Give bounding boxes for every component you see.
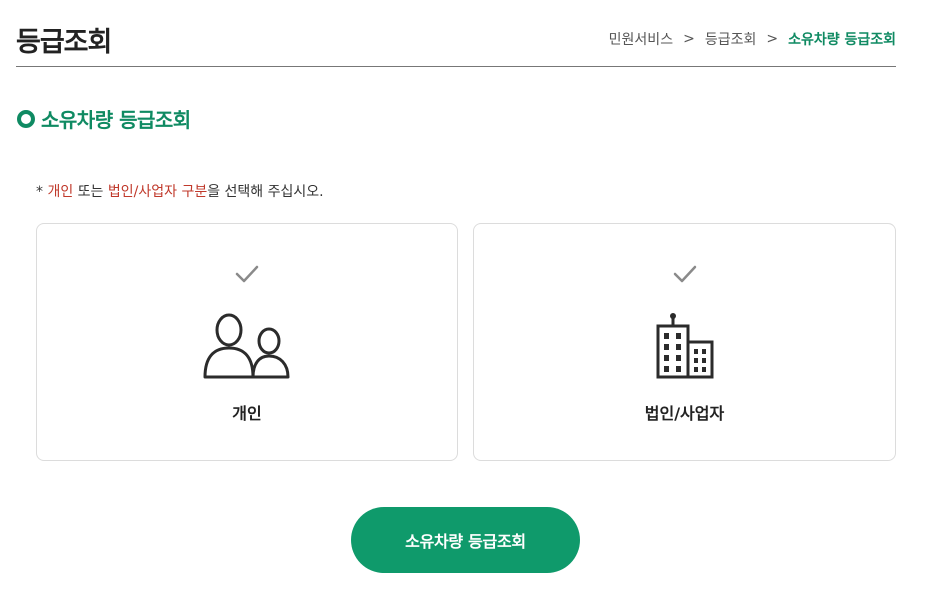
breadcrumb-separator: > xyxy=(683,31,695,47)
option-label-personal: 개인 xyxy=(232,404,262,423)
check-icon xyxy=(235,265,259,283)
section-title: 소유차량 등급조회 xyxy=(17,104,191,133)
breadcrumb-item-service[interactable]: 민원서비스 xyxy=(609,29,673,49)
section-title-text: 소유차량 등급조회 xyxy=(41,108,191,132)
header-divider xyxy=(16,66,896,67)
breadcrumb-item-grade[interactable]: 등급조회 xyxy=(705,29,757,49)
instruction-highlight-corporate: 법인/사업자 구분 xyxy=(107,184,208,200)
building-icon xyxy=(656,313,713,379)
instruction-text: * 개인 또는 법인/사업자 구분을 선택해 주십시오. xyxy=(36,184,324,200)
page-title: 등급조회 xyxy=(16,27,112,58)
breadcrumb: 민원서비스 > 등급조회 > 소유차량 등급조회 xyxy=(609,29,896,49)
option-card-corporate[interactable]: 법인/사업자 xyxy=(473,223,896,461)
option-card-personal[interactable]: 개인 xyxy=(36,223,458,461)
people-icon xyxy=(203,313,290,379)
breadcrumb-separator: > xyxy=(766,31,779,47)
grade-inquiry-button[interactable]: 소유차량 등급조회 xyxy=(351,507,580,573)
bullet-ring-icon xyxy=(17,109,35,128)
check-icon xyxy=(673,265,696,283)
breadcrumb-item-current: 소유차량 등급조회 xyxy=(788,32,896,48)
instruction-highlight-personal: 개인 xyxy=(47,184,74,200)
option-label-corporate: 법인/사업자 xyxy=(644,404,725,423)
